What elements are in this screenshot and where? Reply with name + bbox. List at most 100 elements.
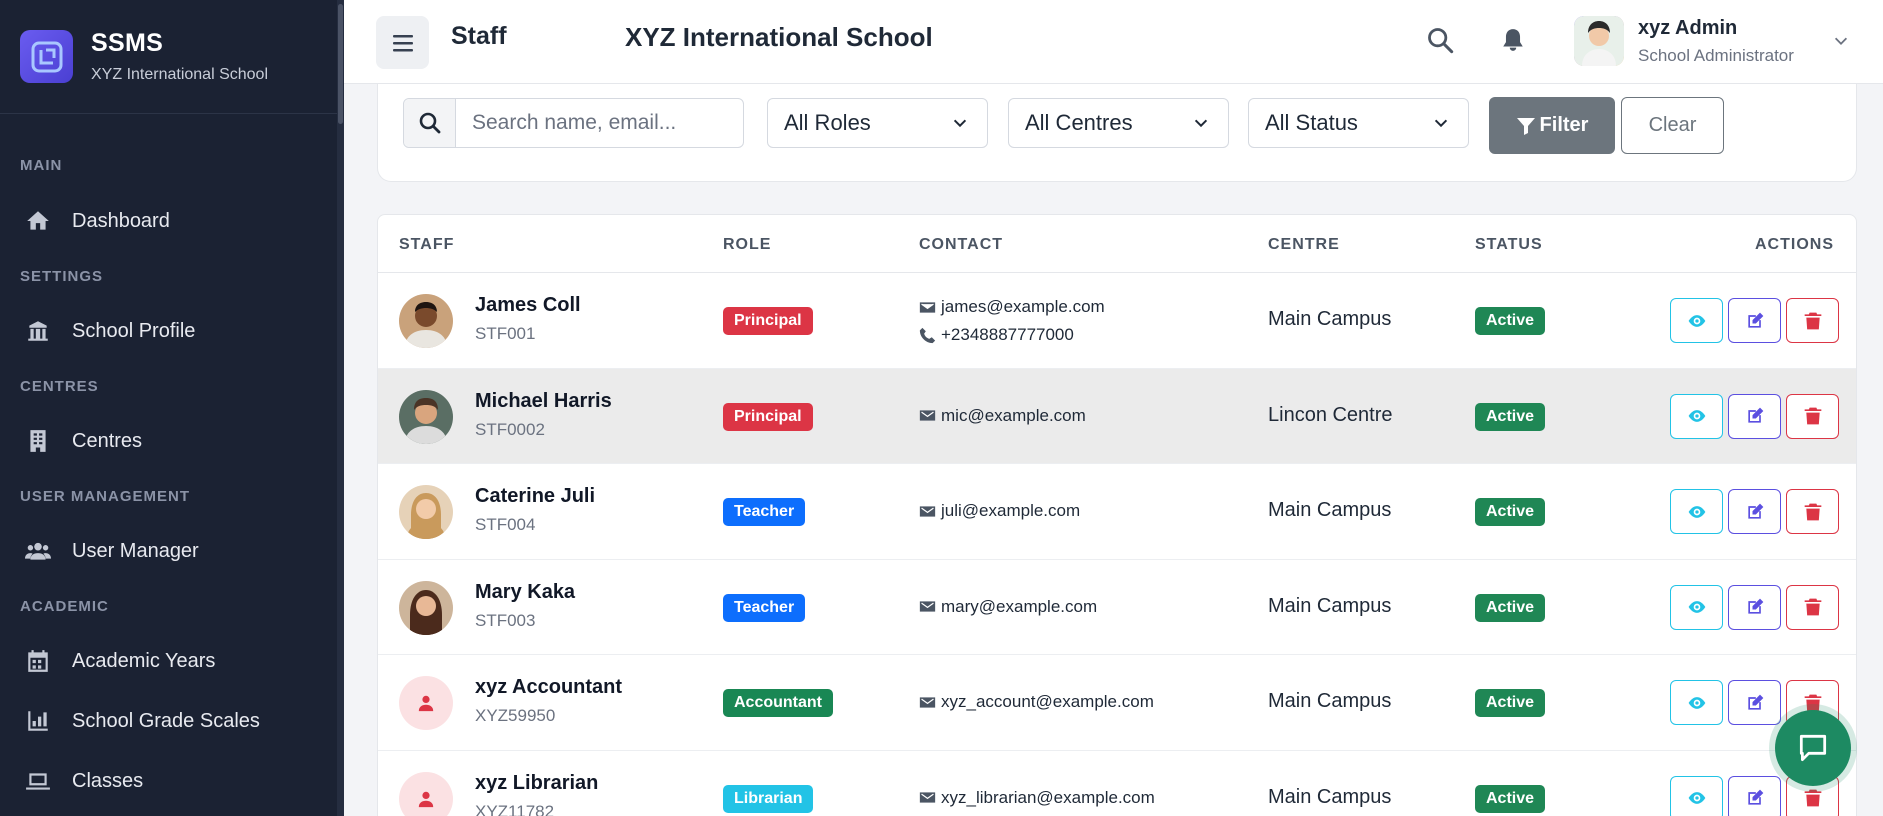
chevron-down-icon[interactable] [1832,32,1852,52]
bell-icon[interactable] [1500,26,1530,56]
view-button[interactable] [1670,393,1723,439]
school-title: XYZ International School [625,22,933,52]
staff-id: STF003 [475,610,536,630]
column-header-contact: CONTACT [919,236,1004,253]
edit-button[interactable] [1728,298,1781,343]
staff-name[interactable]: Mary Kaka [475,581,575,604]
sidebar-item-classes[interactable]: Classes [0,756,143,806]
table-row[interactable]: James Coll STF001 Principal james@exampl… [378,273,1856,369]
avatar[interactable] [1574,16,1624,66]
view-button[interactable] [1670,489,1723,534]
filter-button[interactable]: Filter [1489,97,1615,154]
eye-icon [1688,314,1705,327]
sidebar-item-school-profile[interactable]: School Profile [0,306,195,356]
view-button[interactable] [1670,298,1723,343]
top-header: Staff XYZ International School xyz Admin… [344,0,1883,84]
sidebar-item-academic-years[interactable]: Academic Years [0,636,215,686]
centre-name: Main Campus [1268,594,1392,617]
edit-button[interactable] [1728,775,1781,816]
contact-email-text: xyz_librarian@example.com [941,787,1155,807]
table-row[interactable]: Michael Harris STF0002 Principal mic@exa… [378,368,1856,464]
trash-icon [1804,407,1821,425]
sidebar-item-label: School Profile [72,319,196,342]
contact-phone-text: +2348887777000 [941,325,1074,344]
status-badge: Active [1475,498,1546,526]
sidebar-item-school-grade-scales[interactable]: School Grade Scales [0,696,260,746]
filter-button-label: Filter [1539,114,1589,136]
edit-button[interactable] [1728,680,1781,725]
envelope-icon [919,792,936,803]
brand-subtitle: XYZ International School [91,66,268,83]
eye-icon [1688,696,1705,709]
edit-button[interactable] [1728,584,1781,630]
nav-section-academic: ACADEMIC [0,598,109,615]
avatar [399,294,453,348]
user-name[interactable]: xyz Admin [1638,17,1737,40]
staff-name[interactable]: James Coll [475,294,581,317]
table-header: STAFF ROLE CONTACT CENTRE STATUS ACTIONS [378,215,1856,273]
contact-email-text: xyz_account@example.com [941,692,1154,711]
delete-button[interactable] [1786,489,1839,534]
search-icon [404,99,456,147]
edit-icon [1747,789,1763,805]
table-row[interactable]: Caterine Juli STF004 Teacher juli@exampl… [378,464,1856,560]
delete-button[interactable] [1786,298,1839,343]
sidebar-scrollbar-thumb[interactable] [338,4,343,124]
contact-email: xyz_account@example.com [919,692,1154,712]
role-badge: Principal [723,402,813,431]
sidebar: SSMS XYZ International School MAIN Dashb… [0,0,344,816]
avatar [399,485,453,539]
chat-icon [1799,734,1827,762]
staff-name[interactable]: Caterine Juli [475,485,595,508]
sidebar-item-centres[interactable]: Centres [0,416,142,466]
search-input[interactable] [456,99,743,147]
menu-toggle-button[interactable] [376,16,429,69]
staff-id: STF004 [475,515,536,534]
contact-phone: +2348887777000 [919,325,1074,345]
search-icon[interactable] [1426,26,1456,56]
staff-name[interactable]: xyz Librarian [475,772,598,795]
centre-name: Main Campus [1268,690,1392,712]
sidebar-item-label: Classes [72,769,144,792]
funnel-icon [1516,117,1535,135]
centres-select[interactable]: All Centres [1008,98,1229,148]
column-header-centre: CENTRE [1268,236,1340,253]
sidebar-item-dashboard[interactable]: Dashboard [0,196,170,246]
calendar-icon [24,647,52,675]
trash-icon [1804,503,1821,520]
contact-email: xyz_librarian@example.com [919,788,1155,808]
school-icon [24,317,52,345]
trash-icon [1804,789,1821,807]
view-button[interactable] [1670,584,1723,630]
sidebar-scrollbar[interactable] [337,0,344,816]
table-row[interactable]: Mary Kaka STF003 Teacher mary@example.co… [378,560,1856,655]
table-row[interactable]: xyz Accountant XYZ59950 Accountant xyz_a… [378,655,1856,751]
contact-email-text: juli@example.com [941,501,1081,520]
user-icon [418,695,434,712]
sidebar-item-label: Academic Years [72,649,216,672]
chart-icon [24,707,52,735]
sidebar-item-user-manager[interactable]: User Manager [0,526,199,576]
staff-name[interactable]: xyz Accountant [475,676,622,699]
hamburger-icon [392,34,413,51]
staff-name[interactable]: Michael Harris [475,390,612,413]
centre-name: Main Campus [1268,308,1392,330]
delete-button[interactable] [1786,393,1839,439]
view-button[interactable] [1670,775,1723,816]
status-select[interactable]: All Status [1248,98,1469,148]
staff-table: STAFF ROLE CONTACT CENTRE STATUS ACTIONS… [377,214,1857,816]
table-row[interactable]: xyz Librarian XYZ11782 Librarian xyz_lib… [378,751,1856,816]
chat-button[interactable] [1775,710,1851,786]
roles-select[interactable]: All Roles [767,98,988,148]
delete-button[interactable] [1786,584,1839,630]
view-button[interactable] [1670,680,1723,725]
nav-section-title: ACADEMIC [20,598,109,615]
laptop-icon [24,767,52,795]
status-badge: Active [1475,307,1546,335]
sidebar-item-label: Centres [72,429,143,452]
brand[interactable]: SSMS XYZ International School [0,0,344,114]
clear-button-label: Clear [1648,114,1697,136]
clear-button[interactable]: Clear [1621,97,1724,154]
edit-button[interactable] [1728,393,1781,439]
edit-button[interactable] [1728,489,1781,534]
